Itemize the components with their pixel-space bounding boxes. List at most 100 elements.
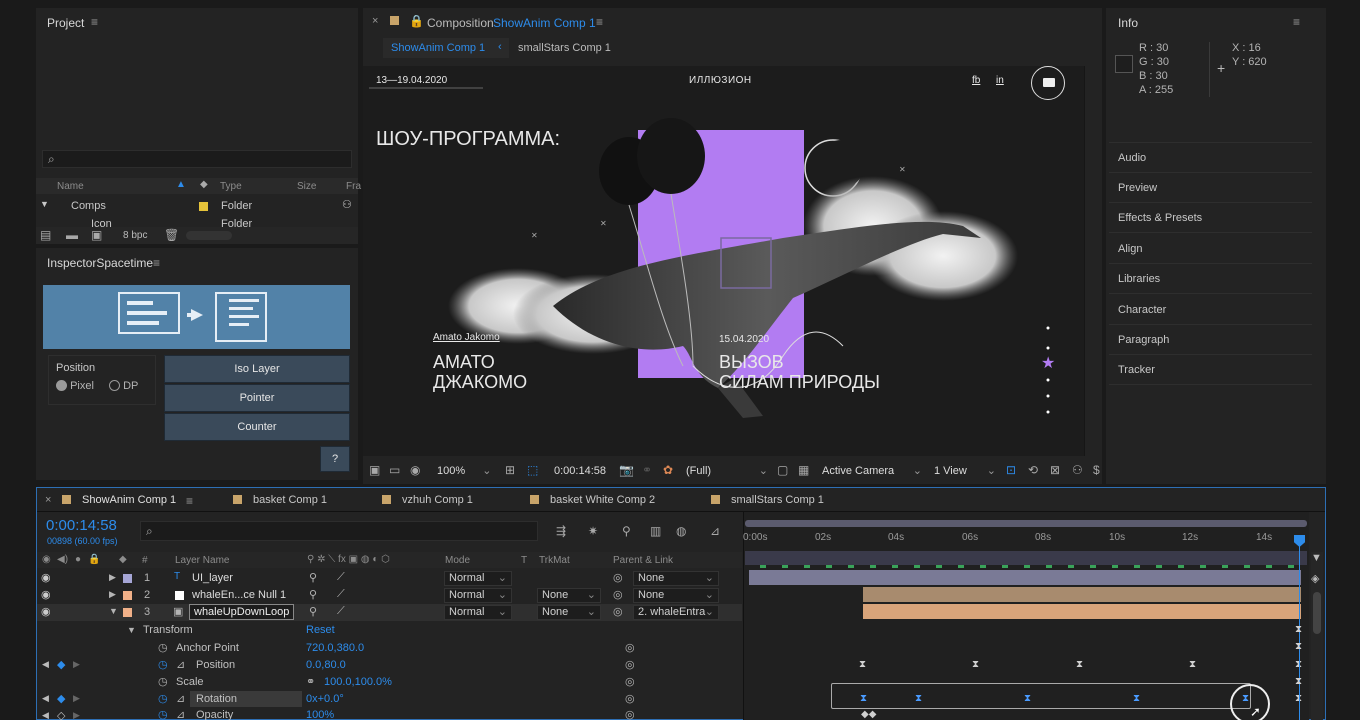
parent-dropdown[interactable]: None ⌄ bbox=[633, 571, 719, 586]
parent-dropdown[interactable]: 2. whaleEntra ⌄ bbox=[633, 605, 719, 620]
timeline-tab-basket-white[interactable]: basket White Comp 2 bbox=[550, 494, 655, 506]
layer-bar-ui[interactable] bbox=[749, 570, 1301, 585]
layer-row[interactable]: ◉ ▶ 2 whaleEn...ce Null 1 ⚲ ⟋ Normal ⌄ No… bbox=[37, 587, 742, 604]
view-layout-select[interactable]: 1 View ⌄ bbox=[934, 465, 996, 477]
expand-arrow-icon[interactable]: ▶ bbox=[109, 589, 116, 600]
comp-mini-flowchart-icon[interactable]: ⇶ bbox=[556, 525, 566, 537]
keyframe-marker[interactable]: ⧗ bbox=[1189, 659, 1196, 670]
pickwhip-icon[interactable]: ◎ bbox=[625, 692, 635, 705]
pointer-button[interactable]: Pointer bbox=[164, 384, 350, 412]
col-size[interactable]: Size bbox=[297, 181, 316, 192]
panel-audio[interactable]: Audio bbox=[1109, 143, 1312, 173]
stopwatch-icon[interactable]: ◷ bbox=[158, 641, 168, 654]
lock-icon[interactable]: 🔒 bbox=[409, 15, 424, 27]
rotation-value[interactable]: 0x+0.0° bbox=[306, 693, 344, 705]
mode-dropdown[interactable]: Normal ⌄ bbox=[444, 571, 512, 586]
mode-dropdown[interactable]: Normal ⌄ bbox=[444, 588, 512, 603]
eye-icon[interactable]: ◉ bbox=[41, 571, 51, 584]
inspector-panel-title[interactable]: InspectorSpacetime bbox=[47, 256, 153, 270]
inspector-menu-icon[interactable]: ≡ bbox=[153, 256, 160, 270]
channel-icon[interactable]: ✿ bbox=[663, 464, 673, 476]
info-menu-icon[interactable]: ≡ bbox=[1293, 15, 1300, 29]
comp-viewer-canvas[interactable]: ★ ✕ ✕ ✕ 13—19.04.2020 ИЛЛЮЗИОН fb in ШОУ… bbox=[363, 66, 1085, 456]
keyframe-marker-selected[interactable]: ⧗ bbox=[860, 693, 867, 704]
constrain-proportions-icon[interactable]: ⚭ bbox=[306, 675, 315, 688]
fast-preview-icon[interactable]: ⟲ bbox=[1028, 464, 1038, 476]
layer-row[interactable]: ◉ ▶ 1 T UI_layer ⚲ ⟋ Normal ⌄ ◎ None ⌄ bbox=[37, 570, 742, 587]
layer-name[interactable]: whaleUpDownLoop bbox=[189, 604, 295, 620]
info-panel-title[interactable]: Info bbox=[1118, 16, 1138, 30]
project-menu-icon[interactable]: ≡ bbox=[91, 15, 98, 29]
mask-visibility-icon[interactable]: ⬚ bbox=[527, 464, 538, 476]
comp-breadcrumb-active[interactable]: ShowAnim Comp 1 ‹ bbox=[383, 38, 509, 58]
next-keyframe-icon[interactable]: ▶ bbox=[73, 659, 80, 670]
solo-icon[interactable]: ● bbox=[75, 554, 81, 565]
project-search-input[interactable]: ⌕ bbox=[42, 150, 352, 168]
bpc-toggle[interactable]: 8 bpc bbox=[123, 230, 147, 241]
project-scrollbar[interactable] bbox=[186, 231, 232, 240]
expand-arrow-icon[interactable]: ▶ bbox=[109, 572, 116, 583]
layer-color-swatch[interactable] bbox=[123, 574, 132, 583]
prev-keyframe-icon[interactable]: ◀ bbox=[42, 659, 49, 670]
panel-libraries[interactable]: Libraries bbox=[1109, 264, 1312, 294]
pickwhip-icon[interactable]: ◎ bbox=[613, 605, 623, 618]
stopwatch-active-icon[interactable]: ◷ bbox=[158, 708, 168, 720]
camera-select[interactable]: Active Camera ⌄ bbox=[822, 465, 922, 477]
keyframe-marker[interactable]: ◆◆ bbox=[861, 709, 876, 720]
new-composition-icon[interactable]: ▣ bbox=[91, 229, 102, 241]
new-folder-icon[interactable]: ▬ bbox=[66, 229, 78, 241]
close-tab-icon[interactable]: × bbox=[372, 15, 378, 27]
timeline-tab-basket[interactable]: basket Comp 1 bbox=[253, 494, 327, 506]
trkmat-dropdown[interactable]: None ⌄ bbox=[537, 605, 601, 620]
layer-row-selected[interactable]: ◉ ▼ 3 ▣ whaleUpDownLoop ⚲ ⟋ Normal ⌄ None… bbox=[37, 604, 742, 621]
comp-menu-icon[interactable]: ≡ bbox=[596, 15, 603, 29]
zoom-select[interactable]: 100% ⌄ bbox=[437, 464, 491, 477]
frame-blending-icon[interactable]: ▥ bbox=[650, 525, 661, 537]
quality-switch-icon[interactable]: ⟋ bbox=[337, 571, 345, 584]
shy-switch-icon[interactable]: ⚲ bbox=[309, 605, 317, 618]
graph-editor-icon[interactable]: ⊿ bbox=[710, 525, 720, 537]
counter-button[interactable]: Counter bbox=[164, 413, 350, 441]
collapse-arrow-icon[interactable]: ▼ bbox=[109, 606, 118, 616]
col-name[interactable]: Name bbox=[57, 181, 84, 192]
timeline-tab-vzhuh[interactable]: vzhuh Comp 1 bbox=[402, 494, 473, 506]
graph-icon[interactable]: ⊿ bbox=[176, 658, 185, 671]
panel-paragraph[interactable]: Paragraph bbox=[1109, 325, 1312, 355]
comp-breadcrumb-other[interactable]: smallStars Comp 1 bbox=[518, 42, 611, 54]
show-snapshot-icon[interactable]: ⚭ bbox=[642, 464, 652, 476]
work-area-bar[interactable] bbox=[745, 520, 1307, 527]
layer-color-swatch[interactable] bbox=[123, 591, 132, 600]
position-value[interactable]: 0.0,80.0 bbox=[306, 659, 346, 671]
layer-search-input[interactable]: ⌕ bbox=[140, 521, 538, 541]
panel-preview[interactable]: Preview bbox=[1109, 173, 1312, 203]
panel-tracker[interactable]: Tracker bbox=[1109, 355, 1312, 385]
time-ruler[interactable]: 0:00s 02s 04s 06s 08s 10s 12s 14s bbox=[743, 529, 1309, 549]
layer-name[interactable]: UI_layer bbox=[192, 572, 233, 584]
anchor-point-value[interactable]: 720.0,380.0 bbox=[306, 642, 364, 654]
keyframe-marker[interactable]: ⧗ bbox=[1076, 659, 1083, 670]
trkmat-dropdown[interactable]: None ⌄ bbox=[537, 588, 601, 603]
pickwhip-icon[interactable]: ◎ bbox=[625, 658, 635, 671]
mode-dropdown[interactable]: Normal ⌄ bbox=[444, 605, 512, 620]
quality-switch-icon[interactable]: ⟋ bbox=[337, 588, 345, 601]
prev-keyframe-icon[interactable]: ◀ bbox=[42, 693, 49, 704]
stopwatch-active-icon[interactable]: ◷ bbox=[158, 658, 168, 671]
transform-label[interactable]: Transform bbox=[143, 624, 193, 636]
motion-blur-icon[interactable]: ◍ bbox=[676, 525, 686, 537]
col-type[interactable]: Type bbox=[220, 181, 242, 192]
parent-dropdown[interactable]: None ⌄ bbox=[633, 588, 719, 603]
graph-icon[interactable]: ⊿ bbox=[176, 708, 185, 720]
radio-dp[interactable]: DP bbox=[109, 380, 138, 392]
pickwhip-icon[interactable]: ◎ bbox=[613, 571, 623, 584]
next-keyframe-icon[interactable]: ▶ bbox=[73, 693, 80, 704]
vr-icon[interactable]: ◉ bbox=[410, 464, 420, 476]
transform-expand-icon[interactable]: ▼ bbox=[127, 625, 136, 635]
keyframe-marker-selected[interactable]: ⧗ bbox=[1024, 693, 1031, 704]
monitor-icon[interactable]: ▭ bbox=[389, 464, 400, 476]
project-row-comps[interactable]: ▼ Comps Folder ⚇ bbox=[36, 198, 358, 214]
pickwhip-icon[interactable]: ◎ bbox=[625, 708, 635, 720]
timeline-menu-icon[interactable]: ≡ bbox=[186, 494, 193, 508]
graph-icon[interactable]: ⊿ bbox=[176, 692, 185, 705]
header-layer-name[interactable]: Layer Name bbox=[175, 555, 229, 566]
layer-bar-whale[interactable] bbox=[863, 604, 1301, 619]
